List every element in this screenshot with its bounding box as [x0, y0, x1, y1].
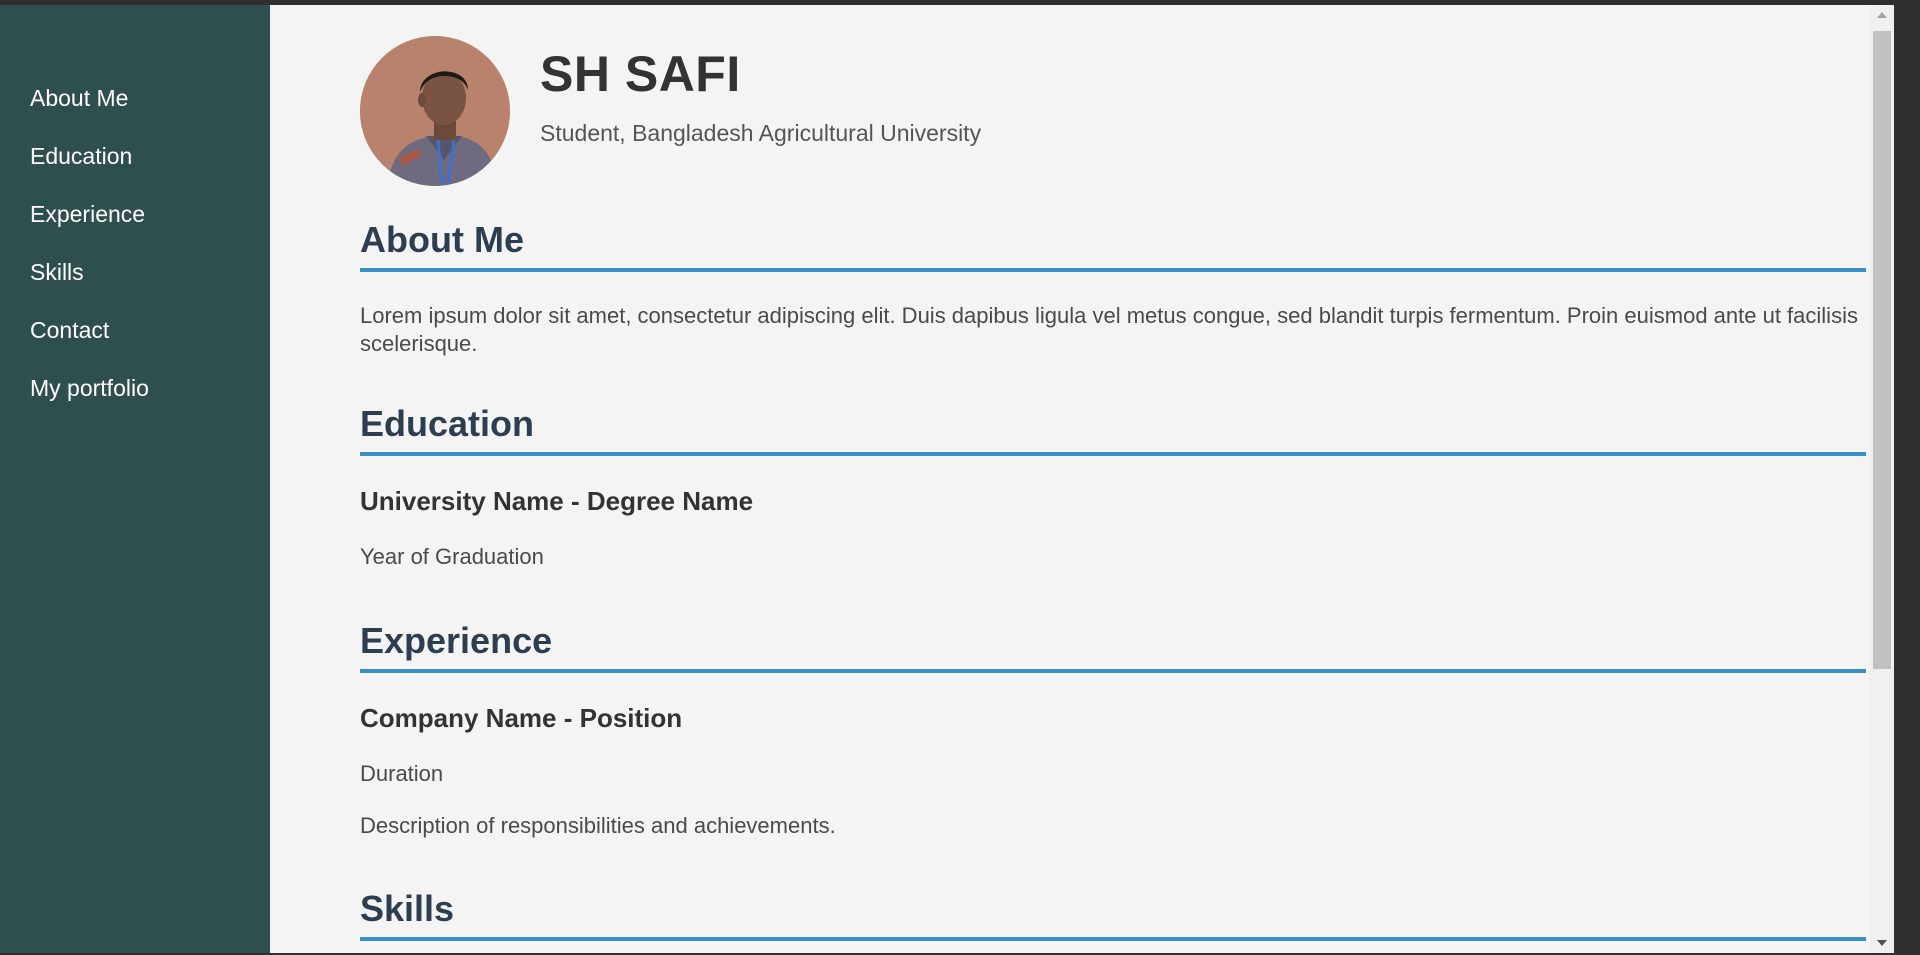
section-education: Education University Name - Degree Name …: [360, 404, 1866, 571]
sidebar-nav: About Me Education Experience Skills Con…: [0, 5, 270, 953]
education-entry-year: Year of Graduation: [360, 544, 544, 569]
scroll-thumb[interactable]: [1873, 31, 1891, 669]
nav-item: Experience: [0, 185, 270, 243]
nav-item: About Me: [0, 69, 270, 127]
experience-entry-duration: Duration: [360, 761, 444, 786]
section-title-about-me: About Me: [360, 220, 1866, 272]
about-me-text: Lorem ipsum dolor sit amet, consectetur …: [360, 303, 1858, 356]
nav-list: About Me Education Experience Skills Con…: [0, 69, 270, 417]
nav-item: My portfolio: [0, 359, 270, 417]
nav-link-education[interactable]: Education: [0, 127, 270, 185]
vertical-scrollbar[interactable]: [1870, 5, 1894, 953]
profile-header-text: SH SAFI Student, Bangladesh Agricultural…: [540, 36, 981, 147]
scroll-down-button[interactable]: [1870, 933, 1894, 953]
section-experience: Experience Company Name - Position Durat…: [360, 621, 1866, 840]
nav-item: Contact: [0, 301, 270, 359]
experience-entry-description: Description of responsibilities and achi…: [360, 813, 836, 838]
app-window: About Me Education Experience Skills Con…: [0, 5, 1920, 953]
education-entry-title: University Name - Degree Name: [360, 486, 754, 516]
nav-item: Education: [0, 127, 270, 185]
nav-link-my-portfolio[interactable]: My portfolio: [0, 359, 270, 417]
profile-name: SH SAFI: [540, 46, 741, 102]
section-title-education: Education: [360, 404, 1866, 456]
scroll-up-button[interactable]: [1870, 5, 1894, 25]
nav-link-about-me[interactable]: About Me: [0, 69, 270, 127]
nav-item: Skills: [0, 243, 270, 301]
profile-photo-illustration: [360, 36, 510, 186]
section-about-me: About Me Lorem ipsum dolor sit amet, con…: [360, 220, 1866, 358]
profile-subtitle: Student, Bangladesh Agricultural Univers…: [540, 120, 982, 146]
nav-link-contact[interactable]: Contact: [0, 301, 270, 359]
section-skills: Skills: [360, 889, 1866, 941]
profile-photo: [360, 36, 510, 186]
resume-content: SH SAFI Student, Bangladesh Agricultural…: [360, 5, 1866, 941]
profile-header: SH SAFI Student, Bangladesh Agricultural…: [360, 5, 1866, 186]
scroll-up-arrow-icon: [1877, 12, 1887, 18]
nav-link-skills[interactable]: Skills: [0, 243, 270, 301]
main-content[interactable]: SH SAFI Student, Bangladesh Agricultural…: [270, 5, 1894, 953]
section-title-experience: Experience: [360, 621, 1866, 673]
scroll-down-arrow-icon: [1877, 940, 1887, 946]
section-title-skills: Skills: [360, 889, 1866, 941]
nav-link-experience[interactable]: Experience: [0, 185, 270, 243]
experience-entry-title: Company Name - Position: [360, 703, 683, 733]
